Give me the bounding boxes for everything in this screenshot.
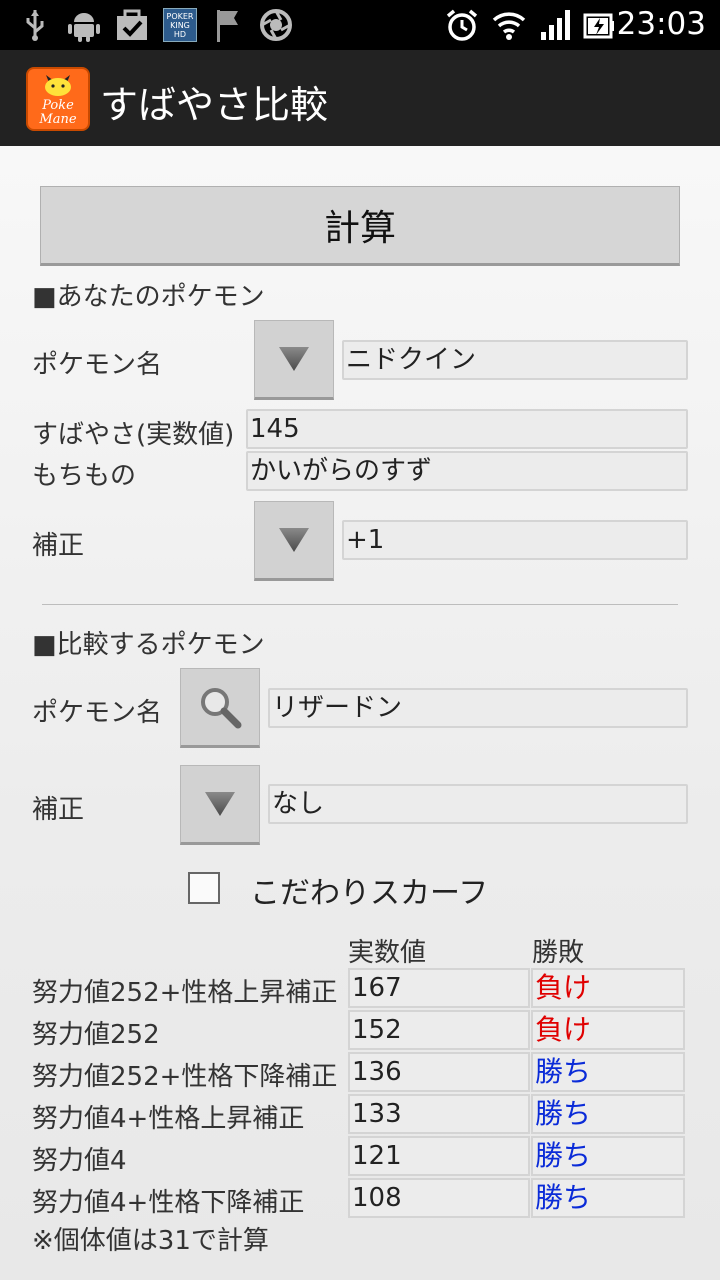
choice-scarf-checkbox[interactable]	[188, 872, 220, 904]
compare-modifier-field[interactable]: なし	[268, 784, 688, 824]
your-pokemon-section-title: ■あなたのポケモン	[32, 282, 265, 312]
result-row-stat-value: 108	[348, 1178, 530, 1218]
result-row-label: 努力値252+性格上昇補正	[32, 978, 338, 1008]
result-row-label: 努力値4+性格上昇補正	[32, 1104, 305, 1134]
clock-time: 23:03	[616, 6, 706, 42]
camera-aperture-icon	[258, 8, 294, 42]
result-row-outcome: 負け	[531, 1010, 685, 1050]
your-modifier-label: 補正	[32, 531, 85, 561]
column-header-result: 勝敗	[532, 938, 585, 968]
result-row-outcome: 負け	[531, 968, 685, 1008]
battery-icon	[582, 8, 616, 42]
android-icon	[66, 8, 102, 42]
app-logo-icon[interactable]: Poke Mane	[26, 67, 90, 131]
choice-scarf-label: こだわりスカーフ	[250, 876, 489, 911]
result-row-stat-value: 167	[348, 968, 530, 1008]
compare-pokemon-search-button[interactable]	[180, 668, 260, 748]
calculate-button[interactable]: 計算	[40, 186, 680, 266]
compare-pokemon-section-title: ■比較するポケモン	[32, 630, 265, 660]
poker-app-icon: POKER KING HD	[162, 8, 198, 42]
logo-text-line1: Poke	[42, 98, 74, 113]
your-pokemon-dropdown-button[interactable]	[254, 320, 334, 400]
your-modifier-dropdown-button[interactable]	[254, 501, 334, 581]
compare-modifier-dropdown-button[interactable]	[180, 765, 260, 845]
result-row-stat-value: 152	[348, 1010, 530, 1050]
your-pokemon-name-label: ポケモン名	[32, 350, 163, 380]
your-pokemon-name-field[interactable]: ニドクイン	[342, 340, 688, 380]
triangle-down-icon	[279, 528, 309, 552]
held-item-input[interactable]: かいがらのすず	[246, 451, 688, 491]
compare-modifier-label: 補正	[32, 795, 85, 825]
main-content: 計算 ■あなたのポケモン ポケモン名 ニドクイン すばやさ(実数値) 145 も…	[0, 146, 720, 1280]
search-icon	[201, 688, 242, 729]
status-bar: POKER KING HD 23:03	[0, 0, 720, 50]
action-bar: Poke Mane すばやさ比較	[0, 50, 720, 146]
triangle-down-icon	[205, 792, 235, 816]
speed-label: すばやさ(実数値)	[32, 420, 235, 450]
held-item-label: もちもの	[32, 461, 137, 491]
your-modifier-field[interactable]: +1	[342, 520, 688, 560]
result-row-outcome: 勝ち	[531, 1178, 685, 1218]
speed-input[interactable]: 145	[246, 409, 688, 449]
result-row-label: 努力値252	[32, 1020, 160, 1050]
compare-pokemon-name-field[interactable]: リザードン	[268, 688, 688, 728]
usb-icon	[22, 8, 48, 42]
wifi-icon	[490, 8, 528, 42]
iv-note: ※個体値は31で計算	[32, 1226, 269, 1256]
result-row-label: 努力値252+性格下降補正	[32, 1062, 338, 1092]
task-check-icon	[114, 8, 150, 42]
alarm-icon	[444, 8, 480, 42]
result-row-outcome: 勝ち	[531, 1052, 685, 1092]
logo-text-line2: Mane	[39, 112, 77, 127]
result-row-label: 努力値4+性格下降補正	[32, 1188, 305, 1218]
result-row-stat-value: 121	[348, 1136, 530, 1176]
triangle-down-icon	[279, 347, 309, 371]
app-title: すばやさ比較	[100, 83, 329, 127]
result-row-stat-value: 133	[348, 1094, 530, 1134]
result-row-outcome: 勝ち	[531, 1094, 685, 1134]
section-divider	[42, 604, 678, 605]
result-row-stat-value: 136	[348, 1052, 530, 1092]
signal-icon	[538, 8, 572, 42]
result-row-outcome: 勝ち	[531, 1136, 685, 1176]
flag-icon	[212, 8, 242, 42]
result-row-label: 努力値4	[32, 1146, 127, 1176]
column-header-stat: 実数値	[348, 938, 427, 968]
compare-pokemon-name-label: ポケモン名	[32, 698, 163, 728]
